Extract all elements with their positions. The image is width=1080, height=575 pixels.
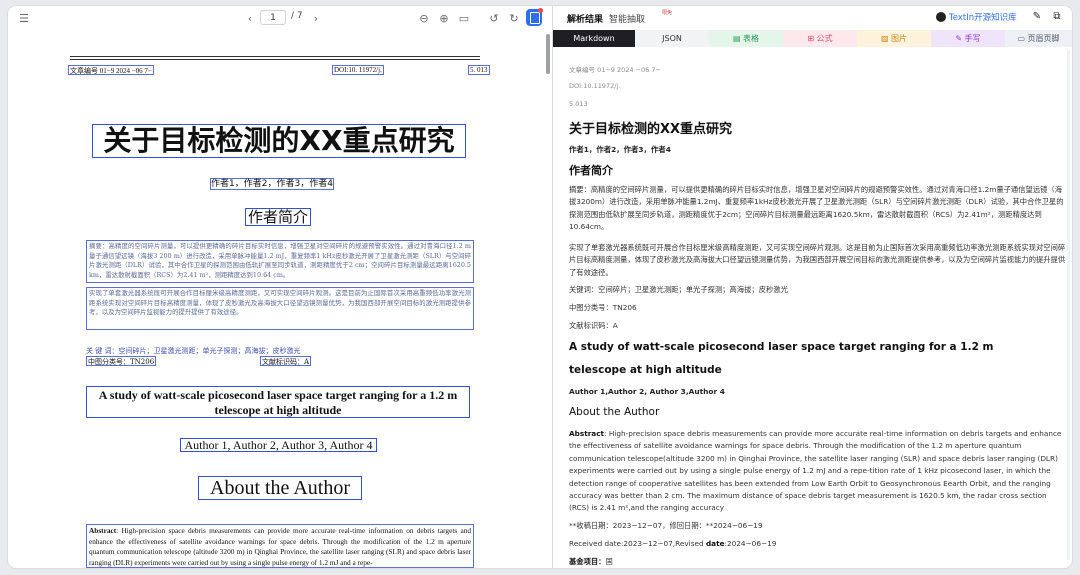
abstract-text: : High-precision space debris measuremen… bbox=[89, 526, 471, 567]
md-abstract-cn: 摘要：高精度的空间碎片测量，可以提供更精确的碎片目标实时信息，增强卫星对空间碎片… bbox=[569, 185, 1064, 232]
md-received-en: Received date:2023−12−07,Revised date:20… bbox=[569, 538, 1069, 550]
md-title: 关于目标检测的XX重点研究 bbox=[569, 122, 733, 137]
edit-icon[interactable]: ✎ bbox=[1031, 11, 1043, 23]
md-received-cn: **收稿日期：2023−12−07，修回日期：**2024−06−19 bbox=[569, 521, 763, 530]
md-en-title-line1: A study of watt-scale picosecond laser s… bbox=[569, 341, 994, 353]
app-window: ☰ ‹ 1 / 7 › ⊖ ⊕ ▭ ↺ ↻ 文章编号 01−9 2024 −06… bbox=[8, 6, 1072, 568]
viewer-toolbar: ☰ ‹ 1 / 7 › ⊖ ⊕ ▭ ↺ ↻ bbox=[8, 6, 552, 30]
md-en-abstract: Abstract: High-precision space debris me… bbox=[569, 428, 1069, 514]
doc-authors-en: Author 1, Author 2, Author 3, Author 4 bbox=[180, 438, 377, 452]
next-page-icon[interactable]: › bbox=[308, 10, 324, 26]
md-meta-number: 文章编号 01−9 2024 −06 7− bbox=[569, 66, 661, 74]
md-received-en-a: Received date:2023−12−07,Revised bbox=[569, 539, 706, 548]
format-tab-5[interactable]: ✎ 手写 bbox=[931, 30, 1005, 47]
md-fund: 基金项目：国 bbox=[569, 556, 1069, 568]
tab-parse-result[interactable]: 解析结果 bbox=[567, 12, 603, 25]
md-en-title-line2: telescope at high altitude bbox=[569, 364, 722, 376]
format-tab-2[interactable]: ▤ 表格 bbox=[709, 30, 783, 47]
doc-title-en: A study of watt-scale picosecond laser s… bbox=[86, 386, 470, 418]
doc-heading-en: About the Author bbox=[198, 476, 362, 500]
format-tab-4[interactable]: ▨ 图片 bbox=[857, 30, 931, 47]
list-icon[interactable]: ☰ bbox=[16, 10, 32, 26]
tab-smart-extract[interactable]: 智能抽取 bbox=[609, 12, 645, 25]
doc-meta-number: 文章编号 01−9 2024 −06 7− bbox=[68, 65, 154, 75]
github-icon bbox=[936, 12, 946, 22]
zoom-in-icon[interactable]: ⊕ bbox=[436, 10, 452, 26]
md-heading-author: 作者简介 bbox=[569, 164, 613, 177]
rotate-right-icon[interactable]: ↻ bbox=[506, 10, 522, 26]
github-link[interactable]: TextIn开源知识库 bbox=[936, 11, 1017, 23]
result-panel: 解析结果 智能抽取 限免 TextIn开源知识库 ✎ ⧉ Markdown JSO… bbox=[553, 6, 1072, 568]
md-en-abstract-text: : High-precision space debris measuremen… bbox=[569, 429, 1062, 513]
doc-authors-cn: 作者1，作者2，作者3，作者4 bbox=[210, 178, 334, 190]
header-rule bbox=[70, 56, 480, 57]
md-received-en-c: :2024−06−19 bbox=[724, 539, 777, 548]
copy-icon[interactable]: ⧉ bbox=[1051, 11, 1063, 23]
doc-para-cn: 实现了单套激光器系统既可开展合作目标厘米级高精度测距，又可实现空间碎片观测。这是… bbox=[86, 287, 474, 330]
left-scrollbar[interactable] bbox=[546, 34, 550, 74]
md-received-en-b: date bbox=[705, 539, 725, 548]
free-badge: 限免 bbox=[662, 10, 673, 16]
page-number-input[interactable]: 1 bbox=[260, 10, 286, 25]
format-tab-6[interactable]: ▭ 页眉页脚 bbox=[1005, 30, 1072, 47]
format-tab-1[interactable]: JSON bbox=[635, 30, 709, 47]
format-tab-3[interactable]: ⊞ 公式 bbox=[783, 30, 857, 47]
md-en-authors: Author 1,Author 2, Author 3,Author 4 bbox=[569, 387, 725, 396]
notification-dot bbox=[538, 8, 543, 13]
document-viewer: ☰ ‹ 1 / 7 › ⊖ ⊕ ▭ ↺ ↻ 文章编号 01−9 2024 −06… bbox=[8, 6, 552, 568]
doc-heading-cn: 作者简介 bbox=[245, 208, 311, 226]
md-fund-value: 国 bbox=[605, 557, 613, 566]
doc-abstract-cn: 摘要：高精度的空间碎片测量，可以提供更精确的碎片目标实时信息，增强卫星对空间碎片… bbox=[86, 240, 474, 283]
right-scrollbar[interactable] bbox=[1067, 50, 1070, 560]
header-rule bbox=[70, 59, 480, 60]
doc-keywords-cn: 关 键 词：空间碎片；卫星激光测距；单光子探测；高海拔；皮秒激光 bbox=[86, 347, 301, 355]
md-en-heading: About the Author bbox=[569, 406, 660, 418]
doc-docid-cn: 文献标识码：A bbox=[260, 356, 312, 366]
fit-page-icon[interactable]: ▭ bbox=[456, 10, 472, 26]
prev-page-icon[interactable]: ‹ bbox=[242, 10, 258, 26]
markdown-content: 文章编号 01−9 2024 −06 7− DOI:10.11972/j. 5.… bbox=[569, 58, 1069, 568]
format-tabs: Markdown JSON ▤ 表格 ⊞ 公式 ▨ 图片 ✎ 手写 ▭ 页眉页脚 bbox=[553, 30, 1072, 47]
format-tab-0[interactable]: Markdown bbox=[553, 30, 635, 47]
md-meta-doi: DOI:10.11972/j. bbox=[569, 82, 621, 90]
md-fund-label: 基金项目： bbox=[569, 557, 606, 566]
rotate-left-icon[interactable]: ↺ bbox=[486, 10, 502, 26]
doc-meta-code: 5. 013 bbox=[468, 65, 490, 75]
md-authors: 作者1，作者2，作者3，作者4 bbox=[569, 145, 671, 154]
md-class-no: 中图分类号：TN206 bbox=[569, 303, 637, 312]
doc-class-cn: 中图分类号：TN206 bbox=[86, 356, 157, 366]
page-total: / 7 bbox=[291, 11, 303, 21]
zoom-out-icon[interactable]: ⊖ bbox=[416, 10, 432, 26]
md-en-abstract-label: Abstract bbox=[569, 429, 605, 438]
md-keywords: 关键词：空间碎片；卫星激光测距；单光子探测；高海拔；皮秒激光 bbox=[569, 285, 788, 294]
md-para-cn: 实现了单套激光器系统既可开展合作目标厘米级高精度测距，又可实现空间碎片观测。这是… bbox=[569, 243, 1066, 277]
doc-abstract-en: Abstract: High-precision space debris me… bbox=[86, 524, 474, 568]
result-header: 解析结果 智能抽取 限免 TextIn开源知识库 ✎ ⧉ bbox=[553, 6, 1072, 30]
document-page: 文章编号 01−9 2024 −06 7− DOI:10. 11972/j. 5… bbox=[64, 52, 490, 568]
doc-title-cn: 关于目标检测的XX重点研究 bbox=[92, 124, 466, 158]
doc-meta-doi: DOI:10. 11972/j. bbox=[332, 65, 384, 75]
github-link-label: TextIn开源知识库 bbox=[949, 13, 1017, 23]
md-meta-code: 5.013 bbox=[569, 100, 588, 108]
md-doc-id: 文献标识码：A bbox=[569, 321, 618, 330]
abstract-label: Abstract bbox=[89, 526, 117, 535]
